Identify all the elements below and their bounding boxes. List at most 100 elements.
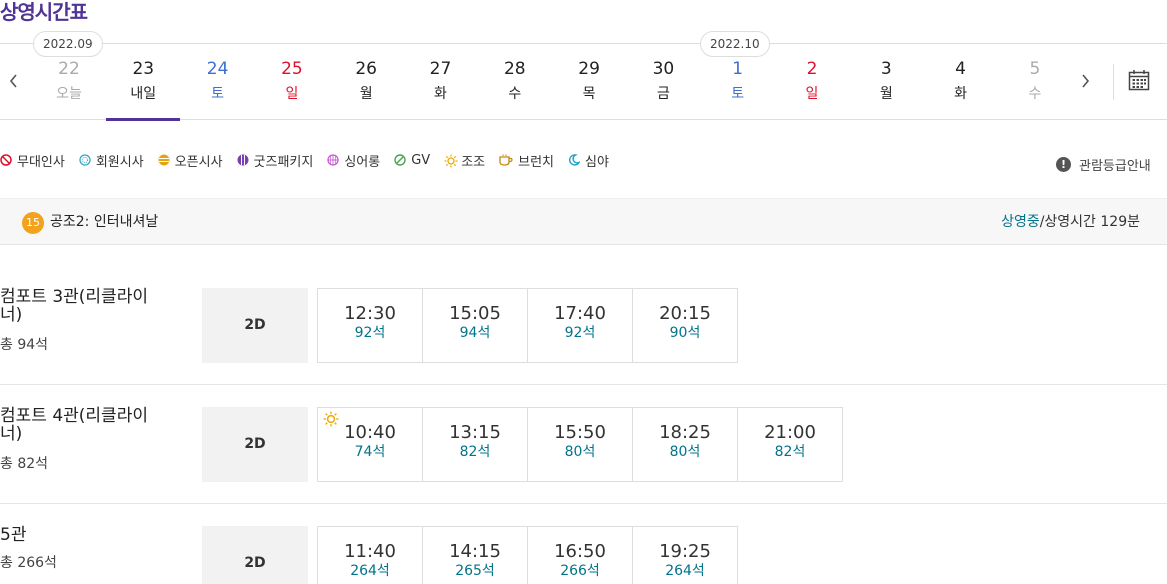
date-weekday: 월 [359,86,373,102]
date-item[interactable]: 5수 [998,44,1072,120]
chevron-left-icon[interactable] [2,66,26,96]
legend-item-open-preview: 오픈시사 [158,151,223,170]
showtime-slot[interactable]: 14:15 265석 [422,526,528,584]
showtime-slot[interactable]: 15:50 80석 [527,407,633,482]
showtime-slot[interactable]: 10:40 74석 [317,407,423,482]
date-number: 27 [429,59,452,79]
remaining-seats: 265석 [455,563,495,579]
rating-info-link[interactable]: ! 관람등급안내 [1056,155,1151,174]
showtime: 15:05 [449,303,501,324]
date-weekday: 내일 [130,86,157,102]
remaining-seats: 92석 [354,325,386,341]
remaining-seats: 82석 [774,444,806,460]
date-item[interactable]: 24 토 [181,44,255,120]
showtime-slot[interactable]: 12:30 92석 [317,288,423,363]
legend-label: 무대인사 [17,154,65,170]
moon-icon [568,154,581,166]
divider [1113,64,1114,100]
legend-label: 오픈시사 [174,154,223,170]
format-label: 2D [202,407,308,482]
date-item[interactable]: 30 금 [626,44,700,120]
legend-item-brunch: 브런치 [499,151,554,170]
date-item[interactable]: 2일 [775,44,849,120]
date-item[interactable]: 3월 [849,44,923,120]
legend-item-gv: GV [394,153,430,168]
date-item[interactable]: 25 일 [255,44,329,120]
sun-icon [323,411,339,427]
legend-item-morning: 조조 [444,151,485,170]
showtime: 15:50 [554,422,606,443]
legend-label: 조조 [461,154,486,170]
showtime-slot[interactable]: 19:25 264석 [632,526,738,584]
movie-header: 15 공조2: 인터내셔날 상영중/상영시간 129분 [0,198,1167,245]
remaining-seats: 266석 [560,563,600,579]
remaining-seats: 82석 [459,444,491,460]
date-weekday: 오늘 [56,86,82,102]
remaining-seats: 80석 [564,444,596,460]
date-weekday: 일 [805,86,819,102]
date-weekday: 수 [1028,86,1042,102]
showtime-slot[interactable]: 20:15 90석 [632,288,738,363]
date-number: 30 [652,59,675,79]
remaining-seats: 92석 [564,325,596,341]
showtime-slot[interactable]: 13:15 82석 [422,407,528,482]
date-item[interactable]: 23 내일 [106,44,181,121]
age-rating-badge: 15 [22,212,44,234]
date-number: 22 [58,59,80,79]
grid-circle-icon [327,154,339,166]
page-title: 상영시간표 [0,0,88,24]
date-number: 1 [732,59,744,79]
showtime-slot[interactable]: 16:50 266석 [527,526,633,584]
hall-total-seats: 총 266석 [0,555,57,571]
date-weekday: 토 [211,86,225,102]
rating-info-label: 관람등급안내 [1079,159,1151,174]
legend-item-stage-greeting: 무대인사 [0,151,65,170]
striped-circle-icon [158,154,170,166]
showtime: 17:40 [554,303,606,324]
date-number: 2 [806,59,818,79]
month-label-sep: 2022.09 [33,31,103,57]
runtime: /상영시간 129분 [1039,214,1140,230]
format-label: 2D [202,288,308,363]
calendar-icon[interactable] [1128,69,1152,93]
legend-label: 회원시사 [95,154,144,170]
legend-item-late-night: 심야 [568,151,609,170]
date-item[interactable]: 28 수 [478,44,552,120]
date-item[interactable]: 4화 [924,44,998,120]
date-weekday: 목 [582,86,596,102]
showtime: 21:00 [764,422,816,443]
hall-row: 컴포트 4관(리클라이너) 총 82석 2D 10:40 74석 13:15 8… [0,385,1167,504]
movie-status: 상영중/상영시간 129분 [1001,213,1140,231]
showtime-slot[interactable]: 21:00 82석 [737,407,843,482]
date-number: 5 [1029,59,1041,79]
date-number: 23 [132,59,155,79]
date-weekday: 토 [731,86,745,102]
sun-icon [444,154,458,168]
remaining-seats: 264석 [665,563,705,579]
remaining-seats: 94석 [459,325,491,341]
cup-icon [499,154,513,166]
date-number: 24 [206,59,229,79]
no-entry-icon [0,154,12,166]
showtime-slot[interactable]: 17:40 92석 [527,288,633,363]
showtime-slot[interactable]: 11:40 264석 [317,526,423,584]
showtime-slot[interactable]: 18:25 80석 [632,407,738,482]
date-item[interactable]: 26 월 [329,44,403,120]
legend-label: 굿즈패키지 [253,154,314,170]
date-weekday: 화 [434,86,447,102]
chevron-right-icon[interactable] [1073,66,1097,96]
movie-title[interactable]: 공조2: 인터내셔날 [50,213,158,231]
date-weekday: 수 [508,86,522,102]
hall-name: 5관 [0,525,27,545]
date-number: 4 [955,59,966,79]
date-item[interactable]: 27 화 [404,44,478,120]
circle-dot-icon [79,154,91,166]
legend-item-member-preview: 회원시사 [79,151,144,170]
hall-row: 5관 총 266석 2D 11:40 264석 14:15 265석 16:50… [0,504,1167,584]
showtime-slot[interactable]: 15:05 94석 [422,288,528,363]
showtime: 12:30 [344,303,396,324]
date-number: 28 [503,59,526,79]
info-icon: ! [1056,157,1071,172]
date-item[interactable]: 29 목 [552,44,626,120]
hall-name: 컴포트 3관(리클라이너) [0,287,148,325]
